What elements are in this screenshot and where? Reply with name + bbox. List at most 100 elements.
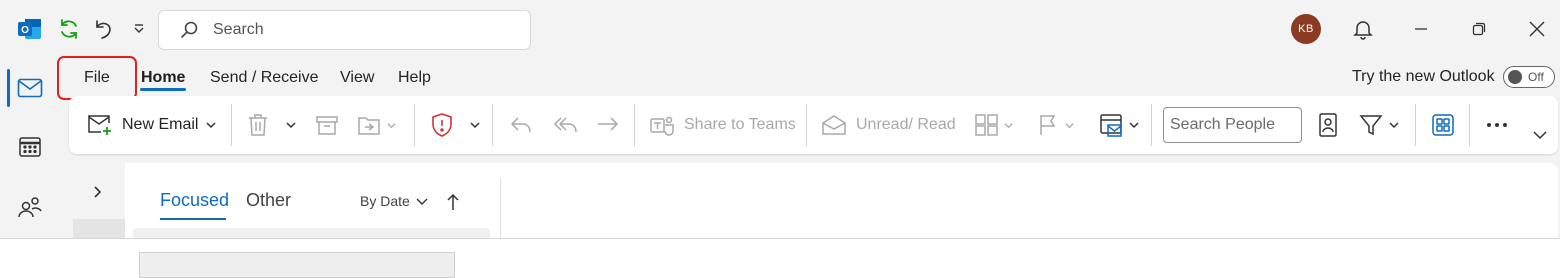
- ribbon-divider: [492, 104, 493, 146]
- tab-home[interactable]: Home: [141, 66, 185, 90]
- delete-dropdown-icon[interactable]: [286, 96, 296, 154]
- shield-icon: [430, 112, 454, 138]
- active-tab-underline: [140, 88, 186, 91]
- new-email-dropdown-icon[interactable]: [206, 120, 216, 130]
- categorize-icon: [974, 113, 1000, 137]
- tab-view[interactable]: View: [340, 66, 374, 90]
- filter-icon: [1359, 113, 1383, 137]
- envelope-open-icon: [821, 114, 847, 136]
- ribbon: New Email Share to Teams Unread/ Read Se…: [69, 96, 1558, 154]
- ribbon-divider: [231, 104, 232, 146]
- layout-button[interactable]: [1431, 96, 1455, 154]
- sort-by-date-dropdown[interactable]: By Date: [360, 193, 428, 209]
- rules-dropdown-icon[interactable]: [1129, 120, 1139, 130]
- expand-ribbon-icon[interactable]: [1533, 106, 1547, 164]
- follow-up-button[interactable]: [1037, 96, 1074, 154]
- ribbon-divider: [806, 104, 807, 146]
- try-new-outlook-label: Try the new Outlook: [1352, 68, 1495, 85]
- tab-send-receive[interactable]: Send / Receive: [210, 66, 319, 90]
- rail-active-indicator: [7, 69, 10, 107]
- search-box[interactable]: [158, 10, 531, 50]
- reply-all-button[interactable]: [553, 96, 579, 154]
- grid-view-icon: [1431, 113, 1455, 137]
- unread-read-label: Unread/ Read: [856, 116, 956, 133]
- share-to-teams-button[interactable]: Share to Teams: [649, 96, 796, 154]
- tab-file[interactable]: File: [84, 66, 110, 90]
- unread-read-button[interactable]: Unread/ Read: [821, 96, 956, 154]
- more-icon: [1485, 121, 1509, 129]
- move-dropdown-icon[interactable]: [387, 121, 396, 130]
- undo-icon[interactable]: [90, 16, 116, 42]
- calendar-icon[interactable]: [15, 133, 45, 161]
- customize-dropdown-icon[interactable]: [130, 20, 148, 38]
- trash-icon: [247, 113, 269, 137]
- people-icon[interactable]: [15, 193, 45, 221]
- folder-pane-collapsed: [69, 163, 125, 238]
- filter-dropdown-icon[interactable]: [1389, 120, 1399, 130]
- reading-pane-divider[interactable]: [500, 178, 501, 238]
- move-folder-icon: [357, 114, 383, 136]
- ribbon-divider: [1415, 104, 1416, 146]
- teams-icon: [649, 114, 675, 136]
- list-item[interactable]: [133, 228, 490, 238]
- filter-email-button[interactable]: [1359, 96, 1399, 154]
- minimize-icon[interactable]: [1408, 16, 1434, 42]
- categorize-button[interactable]: [974, 96, 1013, 154]
- address-book-icon: [1317, 112, 1339, 138]
- address-book-button[interactable]: [1317, 96, 1339, 154]
- ribbon-divider: [1469, 104, 1470, 146]
- new-email-icon: [87, 114, 113, 136]
- expand-folder-pane-icon[interactable]: [89, 183, 107, 201]
- delete-button[interactable]: [247, 96, 269, 154]
- search-input[interactable]: [213, 21, 513, 39]
- categorize-dropdown-icon[interactable]: [1004, 121, 1013, 130]
- forward-icon: [596, 114, 620, 136]
- restore-icon[interactable]: [1466, 16, 1492, 42]
- mail-content-area: Focused Other By Date: [69, 163, 1558, 238]
- flag-icon: [1037, 113, 1059, 137]
- move-button[interactable]: [357, 96, 396, 154]
- rules-button[interactable]: [1099, 96, 1139, 154]
- ribbon-divider: [1151, 104, 1152, 146]
- sync-icon[interactable]: [56, 16, 82, 42]
- search-people-box[interactable]: [1163, 107, 1302, 143]
- flag-dropdown-icon[interactable]: [1065, 121, 1074, 130]
- report-button[interactable]: [430, 96, 454, 154]
- mail-icon[interactable]: [15, 74, 45, 102]
- try-new-outlook-toggle[interactable]: Off: [1503, 66, 1555, 88]
- ribbon-divider: [634, 104, 635, 146]
- tab-help[interactable]: Help: [398, 66, 431, 90]
- archive-icon: [315, 114, 339, 136]
- focused-tab-underline: [160, 218, 226, 220]
- reply-button[interactable]: [509, 96, 533, 154]
- mail-rules-icon: [1099, 112, 1125, 138]
- avatar[interactable]: KB: [1291, 14, 1321, 44]
- more-options-button[interactable]: [1485, 96, 1509, 154]
- new-email-label: New Email: [122, 116, 199, 133]
- toggle-knob: [1508, 70, 1522, 84]
- new-email-button[interactable]: New Email: [87, 96, 216, 154]
- folder-selected-item[interactable]: [73, 219, 125, 238]
- toggle-state: Off: [1528, 70, 1544, 84]
- ribbon-divider: [414, 104, 415, 146]
- report-dropdown-icon[interactable]: [470, 96, 480, 154]
- blank-panel: [139, 252, 455, 278]
- close-icon[interactable]: [1524, 16, 1550, 42]
- reply-all-icon: [553, 114, 579, 136]
- search-people-input[interactable]: [1170, 116, 1296, 134]
- sort-label: By Date: [360, 193, 410, 209]
- title-bar: O KB: [0, 0, 1560, 58]
- forward-button[interactable]: [596, 96, 620, 154]
- bell-icon[interactable]: [1350, 16, 1376, 42]
- chevron-down-icon: [416, 196, 428, 206]
- tab-other[interactable]: Other: [246, 190, 291, 211]
- tab-focused[interactable]: Focused: [160, 190, 229, 211]
- sort-direction-arrow-icon[interactable]: [444, 192, 462, 212]
- archive-button[interactable]: [315, 96, 339, 154]
- outlook-window: O KB: [0, 0, 1560, 239]
- svg-text:O: O: [21, 25, 29, 36]
- outlook-app-icon: O: [16, 16, 42, 42]
- search-icon: [179, 20, 199, 40]
- share-to-teams-label: Share to Teams: [684, 116, 796, 133]
- reply-icon: [509, 114, 533, 136]
